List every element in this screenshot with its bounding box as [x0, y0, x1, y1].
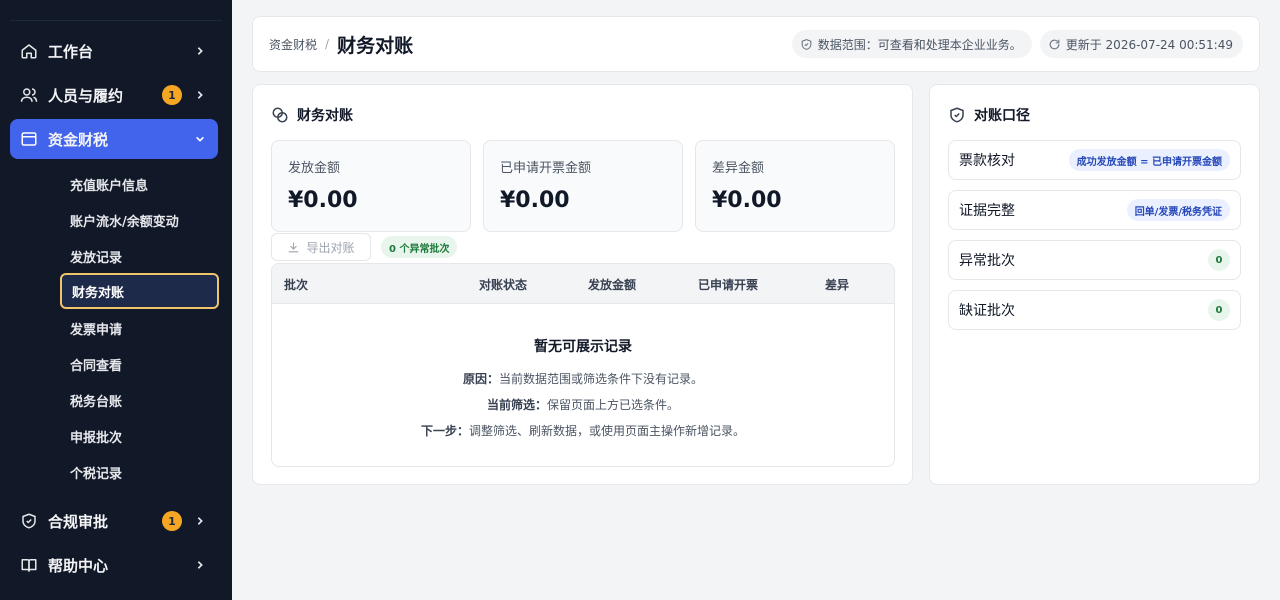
rule-item: 缺证批次 0	[948, 290, 1241, 330]
sidebar-subitem-invoice-request[interactable]: 发票申请	[60, 310, 219, 346]
filter-text: 保留页面上方已选条件。	[547, 398, 680, 412]
rule-item: 证据完整 回单/发票/税务凭证	[948, 190, 1241, 230]
column-header-batch[interactable]: 批次	[284, 276, 308, 293]
refresh-button[interactable]: 更新于 2026-07-24 00:51:49	[1039, 30, 1243, 58]
next-text: 调整筛选、刷新数据，或使用页面主操作新增记录。	[469, 424, 746, 438]
breadcrumb-separator: /	[325, 37, 330, 51]
panel-title: 财务对账	[271, 105, 353, 125]
rule-count: 0	[1208, 299, 1230, 321]
sidebar-divider	[10, 20, 222, 21]
rule-label: 票款核对	[959, 153, 1015, 169]
panel-title-text: 对账口径	[974, 108, 1030, 124]
shield-icon	[20, 512, 38, 530]
chevron-right-icon	[194, 45, 206, 57]
sidebar-item-workbench[interactable]: 工作台	[10, 31, 218, 71]
sidebar-subitem-contracts[interactable]: 合同查看	[60, 346, 219, 382]
stat-label: 差异金额	[712, 161, 765, 176]
chevron-right-icon	[194, 89, 206, 101]
sidebar-item-label: 人员与履约	[48, 86, 124, 105]
sidebar-item-label: 帮助中心	[48, 556, 109, 575]
filter-label: 当前筛选：	[486, 398, 547, 412]
reason-text: 当前数据范围或筛选条件下没有记录。	[499, 372, 704, 386]
sidebar-subitem-income-tax[interactable]: 个税记录	[60, 454, 219, 490]
rule-tag: 回单/发票/税务凭证	[1126, 199, 1230, 221]
refresh-icon	[1049, 39, 1060, 49]
rule-count: 0	[1208, 249, 1230, 271]
sidebar-item-label: 工作台	[48, 42, 94, 61]
stat-value: ¥0.00	[500, 188, 570, 213]
anomaly-count-badge: 0 个异常批次	[381, 236, 458, 258]
data-scope-pill: 数据范围：可查看和处理本企业业务。	[791, 30, 1032, 58]
sidebar-item-compliance[interactable]: 合规审批 1	[10, 501, 218, 541]
wallet-icon	[20, 130, 38, 148]
reconciliation-rules-panel: 对账口径 票款核对 成功发放金额 = 已申请开票金额 证据完整 回单/发票/税务…	[929, 84, 1260, 485]
rule-label: 缺证批次	[959, 303, 1015, 319]
rule-item: 票款核对 成功发放金额 = 已申请开票金额	[948, 140, 1241, 180]
reason-label: 原因：	[462, 372, 499, 386]
sidebar-subitem-payout-records[interactable]: 发放记录	[60, 238, 219, 274]
rule-tag: 成功发放金额 = 已申请开票金额	[1068, 149, 1230, 171]
stat-label: 发放金额	[288, 161, 341, 176]
book-icon	[20, 556, 38, 574]
column-header-status[interactable]: 对账状态	[479, 276, 527, 293]
reconciliation-table: 批次 对账状态 发放金额 已申请开票 差异 暂无可展示记录 原因：当前数据范围或…	[271, 263, 895, 467]
next-label: 下一步：	[420, 424, 469, 438]
sidebar-item-help[interactable]: 帮助中心	[10, 545, 218, 585]
empty-state-filter: 当前筛选：保留页面上方已选条件。	[272, 392, 894, 418]
export-reconciliation-button[interactable]: 导出对账	[271, 233, 371, 261]
sidebar-subitem-reconciliation[interactable]: 财务对账	[60, 273, 219, 309]
breadcrumb-parent[interactable]: 资金财税	[269, 36, 317, 53]
download-icon	[289, 242, 299, 252]
sidebar-item-finance[interactable]: 资金财税	[10, 119, 218, 159]
rule-label: 证据完整	[959, 203, 1015, 219]
shield-check-icon	[950, 107, 964, 123]
sidebar-item-label: 资金财税	[48, 130, 109, 149]
empty-state: 暂无可展示记录 原因：当前数据范围或筛选条件下没有记录。 当前筛选：保留页面上方…	[272, 304, 894, 444]
sidebar-subitem-filing-batches[interactable]: 申报批次	[60, 418, 219, 454]
empty-state-reason: 原因：当前数据范围或筛选条件下没有记录。	[272, 366, 894, 392]
stat-card-payout: 发放金额 ¥0.00	[271, 140, 471, 232]
updated-time: 更新于 2026-07-24 00:51:49	[1065, 37, 1233, 52]
panel-title-text: 财务对账	[297, 108, 353, 124]
stat-value: ¥0.00	[712, 188, 782, 213]
column-header-difference[interactable]: 差异	[825, 276, 849, 293]
notification-badge: 1	[162, 511, 182, 531]
home-icon	[20, 42, 38, 60]
rule-item: 异常批次 0	[948, 240, 1241, 280]
sidebar-item-label: 合规审批	[48, 512, 109, 531]
empty-state-title: 暂无可展示记录	[534, 339, 632, 355]
chevron-down-icon	[194, 133, 206, 145]
stat-label: 已申请开票金额	[500, 161, 592, 176]
stat-value: ¥0.00	[288, 188, 358, 213]
column-header-invoiced[interactable]: 已申请开票	[698, 276, 758, 293]
sidebar-subitem-account-flow[interactable]: 账户流水/余额变动	[60, 202, 219, 238]
panel-title: 对账口径	[948, 105, 1030, 125]
data-scope-text: 数据范围：可查看和处理本企业业务。	[817, 37, 1022, 52]
sidebar-subitem-recharge-account[interactable]: 充值账户信息	[60, 166, 219, 202]
chevron-right-icon	[194, 559, 206, 571]
shield-check-icon	[801, 38, 812, 50]
page-header: 资金财税 / 财务对账 数据范围：可查看和处理本企业业务。 更新于 2026-0…	[252, 16, 1260, 72]
coins-icon	[272, 107, 288, 123]
users-icon	[20, 86, 38, 104]
sidebar: 工作台 人员与履约 1 资金财税 充值账户信息 账户流水/余额变动 发放记录 财…	[0, 0, 232, 600]
column-header-payout[interactable]: 发放金额	[588, 276, 636, 293]
table-header: 批次 对账状态 发放金额 已申请开票 差异	[272, 264, 894, 304]
stat-card-difference: 差异金额 ¥0.00	[695, 140, 895, 232]
reconciliation-panel: 财务对账 发放金额 ¥0.00 已申请开票金额 ¥0.00 差异金额 ¥0.00…	[252, 84, 913, 485]
stat-card-invoiced: 已申请开票金额 ¥0.00	[483, 140, 683, 232]
sidebar-item-personnel[interactable]: 人员与履约 1	[10, 75, 218, 115]
chevron-right-icon	[194, 515, 206, 527]
sidebar-subitem-tax-ledger[interactable]: 税务台账	[60, 382, 219, 418]
notification-badge: 1	[162, 85, 182, 105]
page-title: 财务对账	[337, 34, 414, 57]
export-label: 导出对账	[306, 240, 355, 255]
rule-label: 异常批次	[959, 253, 1015, 269]
empty-state-next: 下一步：调整筛选、刷新数据，或使用页面主操作新增记录。	[272, 418, 894, 444]
